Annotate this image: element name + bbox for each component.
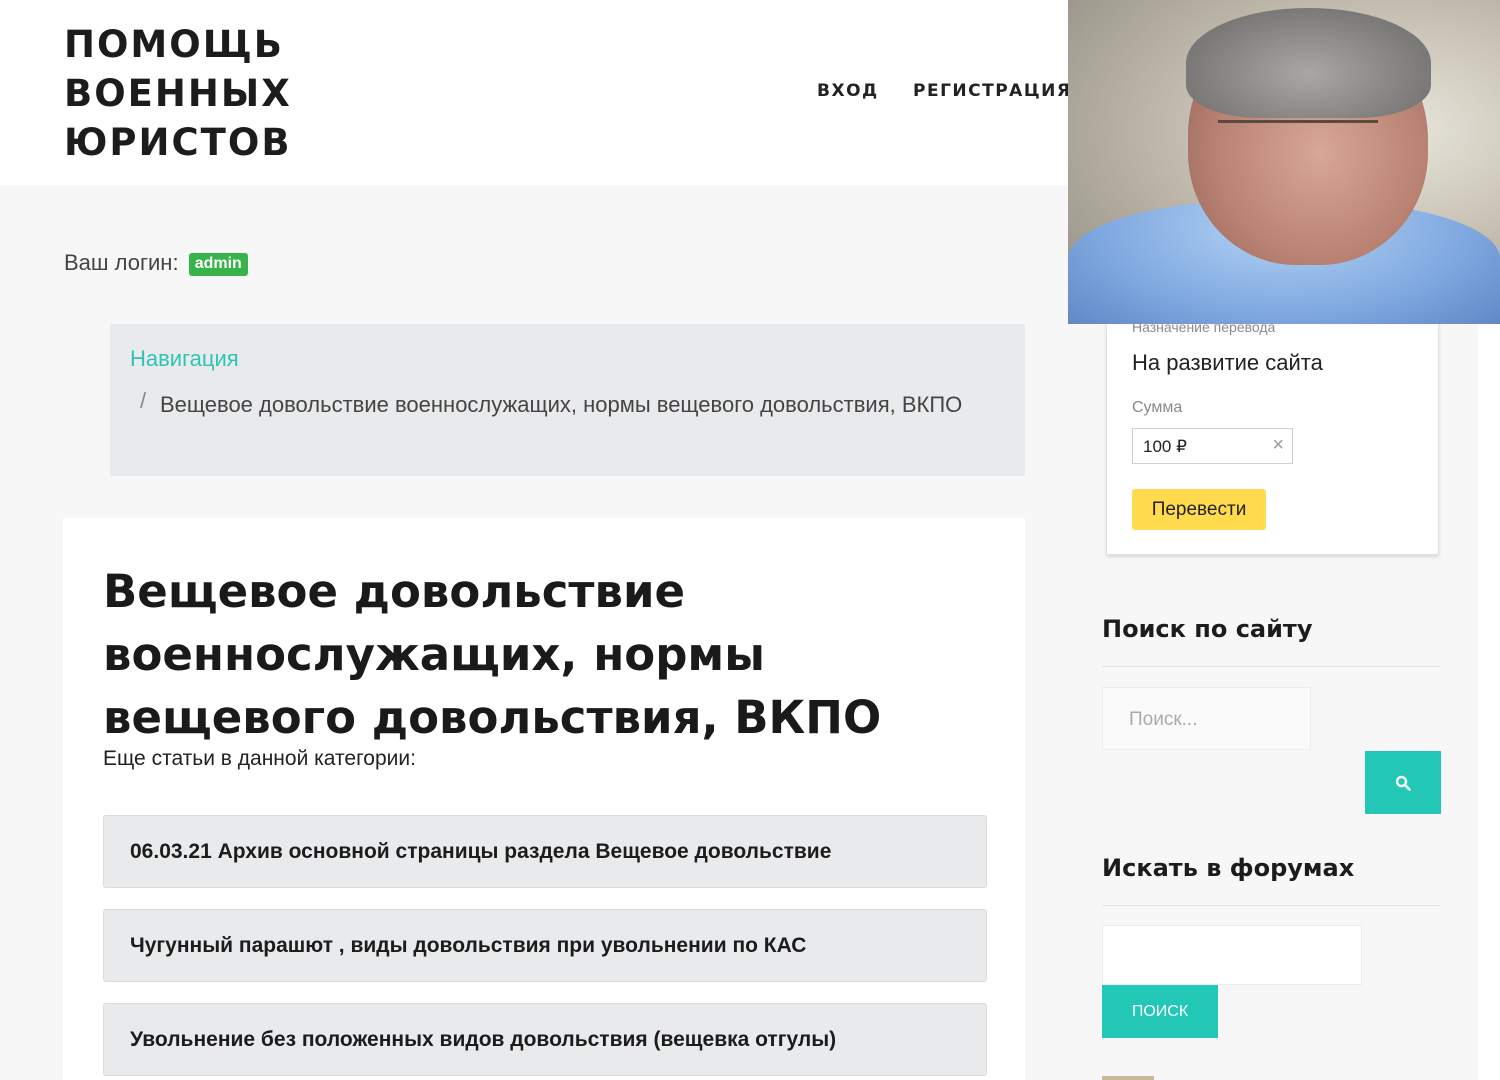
webcam-person-glasses	[1218, 120, 1378, 148]
webcam-person-hair	[1186, 8, 1431, 118]
donation-widget: Назначение перевода На развитие сайта Су…	[1106, 312, 1439, 555]
nav-register-link[interactable]: РЕГИСТРАЦИЯ	[913, 81, 1071, 101]
related-article-title: Увольнение без положенных видов довольст…	[130, 1028, 837, 1051]
site-search-input[interactable]: Поиск...	[1102, 687, 1311, 750]
breadcrumb-current: Вещевое довольствие военнослужащих, норм…	[160, 392, 963, 417]
site-title[interactable]: ПОМОЩЬ ВОЕННЫХ ЮРИСТОВ	[64, 20, 292, 167]
article-card: Вещевое довольствие военнослужащих, норм…	[63, 518, 1025, 1080]
more-articles-label: Еще статьи в данной категории:	[103, 747, 416, 770]
article-title: Вещевое довольствие военнослужащих, норм…	[103, 565, 882, 744]
site-header: ПОМОЩЬ ВОЕННЫХ ЮРИСТОВ ВХОД РЕГИСТРАЦИЯ	[0, 0, 1071, 185]
breadcrumb-separator: /	[140, 388, 147, 413]
site-search-placeholder: Поиск...	[1129, 709, 1198, 730]
donate-button[interactable]: Перевести	[1132, 489, 1266, 530]
login-label: Ваш логин:	[64, 250, 179, 275]
sidebar-image-edge	[1102, 1076, 1154, 1080]
related-article-link[interactable]: Чугунный парашют , виды довольствия при …	[103, 909, 987, 982]
username-badge: admin	[188, 253, 248, 276]
donation-sum-input[interactable]: 100 ₽ ×	[1132, 428, 1293, 464]
site-search-title: Поиск по сайту	[1102, 615, 1313, 643]
related-article-link[interactable]: 06.03.21 Архив основной страницы раздела…	[103, 815, 987, 888]
breadcrumb: Навигация / Вещевое довольствие военносл…	[110, 324, 1025, 476]
forum-search-input[interactable]	[1102, 925, 1362, 985]
breadcrumb-root-link[interactable]: Навигация	[130, 346, 239, 372]
related-article-title: Чугунный парашют , виды довольствия при …	[130, 934, 807, 957]
nav-login-link[interactable]: ВХОД	[817, 81, 879, 101]
site-search-button[interactable]	[1365, 751, 1441, 814]
forum-search-title: Искать в форумах	[1102, 854, 1355, 882]
login-info: Ваш логин: admin	[64, 250, 248, 276]
search-icon	[1395, 775, 1411, 791]
donation-sum-value: 100 ₽	[1143, 437, 1187, 456]
webcam-overlay	[1068, 0, 1500, 324]
forum-search-button[interactable]: ПОИСК	[1102, 985, 1218, 1038]
close-icon[interactable]: ×	[1272, 435, 1284, 455]
related-article-title: 06.03.21 Архив основной страницы раздела…	[130, 840, 832, 863]
divider	[1102, 666, 1440, 667]
divider	[1102, 905, 1440, 906]
donation-purpose: На развитие сайта	[1132, 350, 1323, 375]
donation-sum-label: Сумма	[1132, 399, 1183, 416]
related-article-link[interactable]: Увольнение без положенных видов довольст…	[103, 1003, 987, 1076]
sidebar-edge	[1478, 324, 1500, 1080]
